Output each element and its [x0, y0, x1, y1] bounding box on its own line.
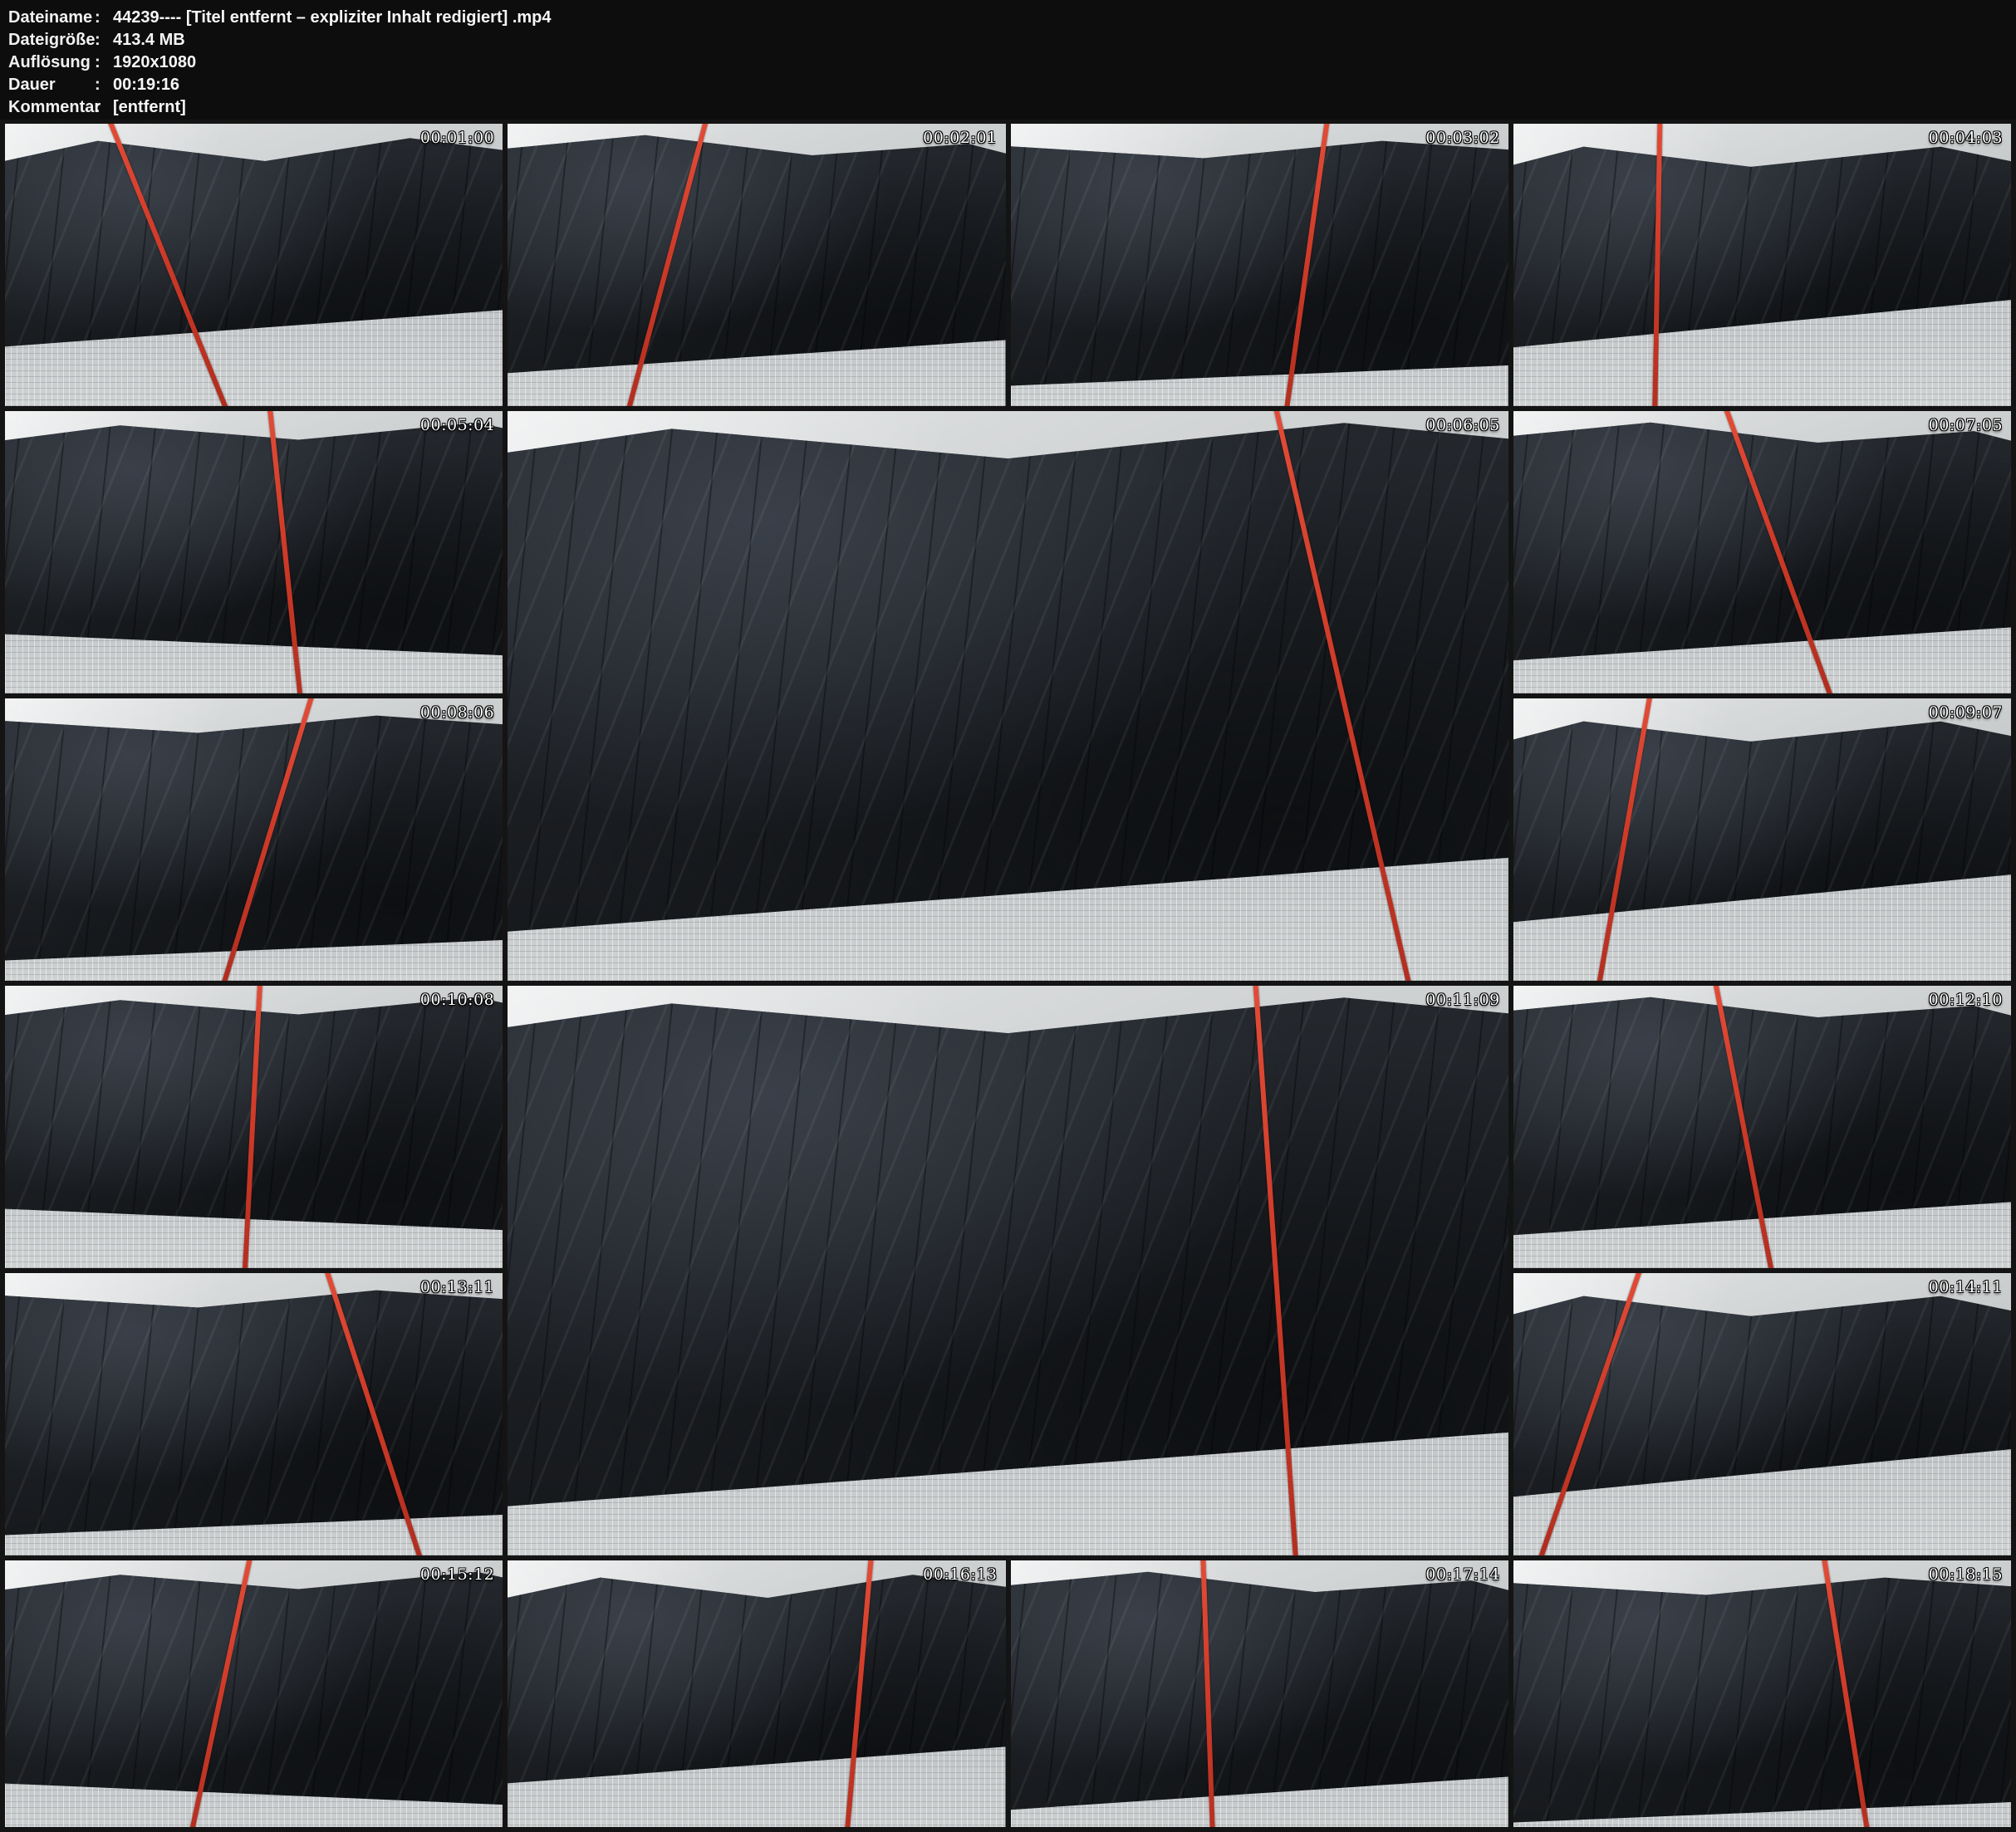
thumbnail-timestamp: 00:16:13	[923, 1565, 997, 1584]
video-thumbnail: 00:13:11	[5, 1273, 503, 1555]
metadata-label: Dauer	[8, 74, 95, 96]
thumbnail-timestamp: 00:07:05	[1929, 416, 2003, 434]
metadata-label: Kommentar	[8, 96, 95, 119]
dark-cloth-backdrop-art	[1011, 130, 1508, 406]
thumbnail-timestamp: 00:14:11	[1929, 1278, 2003, 1296]
metadata-row-filename: Dateiname : 44239---- [Titel entfernt – …	[8, 7, 2016, 29]
thumbnail-timestamp: 00:04:03	[1929, 129, 2003, 147]
video-thumbnail: 00:16:13	[508, 1560, 1005, 1827]
video-thumbnail: 00:04:03	[1513, 124, 2011, 406]
metadata-row-comment: Kommentar : [entfernt]	[8, 96, 2016, 119]
metadata-separator: :	[95, 29, 113, 51]
video-thumbnail: 00:03:02	[1011, 124, 1508, 406]
metadata-separator: :	[95, 7, 113, 29]
metadata-separator: :	[95, 96, 113, 119]
filesize-value: 413.4 MB	[113, 29, 185, 51]
video-thumbnail: 00:18:15	[1513, 1560, 2011, 1827]
video-thumbnail: 00:01:00	[5, 124, 503, 406]
thumbnail-timestamp: 00:01:00	[420, 129, 494, 147]
duration-value: 00:19:16	[113, 74, 179, 96]
dark-cloth-backdrop-art	[5, 1279, 503, 1555]
thumbnail-timestamp: 00:08:06	[420, 703, 494, 722]
metadata-label: Dateiname	[8, 7, 95, 29]
contact-sheet: Dateiname : 44239---- [Titel entfernt – …	[0, 0, 2016, 1832]
video-thumbnail: 00:02:01	[508, 124, 1005, 406]
video-thumbnail: 00:15:12	[5, 1560, 503, 1827]
thumbnail-timestamp: 00:17:14	[1425, 1565, 1499, 1584]
metadata-row-filesize: Dateigröße : 413.4 MB	[8, 29, 2016, 51]
video-thumbnail: 00:05:04	[5, 411, 503, 693]
thumbnail-timestamp: 00:06:05	[1425, 416, 1499, 434]
thumbnail-timestamp: 00:09:07	[1929, 703, 2003, 722]
video-thumbnail: 00:12:10	[1513, 986, 2011, 1268]
filename-value: 44239---- [Titel entfernt – expliziter I…	[113, 7, 552, 29]
metadata-label: Auflösung	[8, 51, 95, 74]
thumbnail-timestamp: 00:18:15	[1929, 1565, 2003, 1584]
metadata-separator: :	[95, 51, 113, 74]
video-thumbnail: 00:10:08	[5, 986, 503, 1268]
metadata-separator: :	[95, 74, 113, 96]
thumbnail-grid: 00:01:00 00:02:01 00:03:02 00:04:03 00:0…	[0, 120, 2016, 1827]
dark-cloth-backdrop-art	[5, 704, 503, 981]
video-thumbnail: 00:08:06	[5, 698, 503, 981]
video-thumbnail: 00:07:05	[1513, 411, 2011, 693]
video-thumbnail: 00:11:09	[508, 986, 1508, 1555]
thumbnail-timestamp: 00:03:02	[1425, 129, 1499, 147]
thumbnail-timestamp: 00:02:01	[923, 129, 997, 147]
video-thumbnail: 00:06:05	[508, 411, 1508, 981]
resolution-value: 1920x1080	[113, 51, 196, 74]
dark-cloth-backdrop-art	[1513, 1566, 2011, 1827]
thumbnail-timestamp: 00:12:10	[1929, 991, 2003, 1009]
file-metadata-header: Dateiname : 44239---- [Titel entfernt – …	[0, 0, 2016, 120]
thumbnail-timestamp: 00:15:12	[420, 1565, 494, 1584]
thumbnail-timestamp: 00:10:08	[420, 991, 494, 1009]
thumbnail-timestamp: 00:05:04	[420, 416, 494, 434]
metadata-row-resolution: Auflösung : 1920x1080	[8, 51, 2016, 74]
thumbnail-timestamp: 00:11:09	[1425, 991, 1499, 1009]
metadata-label: Dateigröße	[8, 29, 95, 51]
video-thumbnail: 00:17:14	[1011, 1560, 1508, 1827]
comment-value: [entfernt]	[113, 96, 186, 119]
video-thumbnail: 00:09:07	[1513, 698, 2011, 981]
video-thumbnail: 00:14:11	[1513, 1273, 2011, 1555]
thumbnail-timestamp: 00:13:11	[420, 1278, 494, 1296]
metadata-row-duration: Dauer : 00:19:16	[8, 74, 2016, 96]
